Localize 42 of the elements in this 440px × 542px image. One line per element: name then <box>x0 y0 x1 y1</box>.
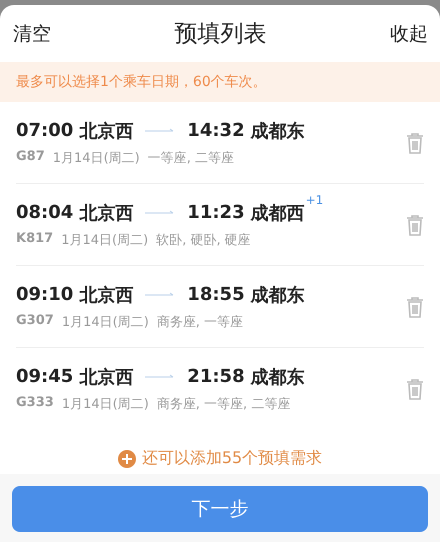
seat-classes: 商务座, 一等座, 二等座 <box>156 396 290 412</box>
arrive-time: 18:55 <box>187 284 245 305</box>
trash-icon[interactable] <box>406 378 424 400</box>
trash-icon[interactable] <box>406 132 424 154</box>
travel-date: 1月14日(周二) <box>52 150 140 166</box>
arrow-icon <box>145 128 176 134</box>
travel-date: 1月14日(周二) <box>61 232 148 248</box>
arrive-time: 21:58 <box>187 366 245 387</box>
arrival-station: 成都东 <box>250 120 305 142</box>
depart-time: 08:04 <box>16 202 74 223</box>
train-number: G87 <box>16 148 45 166</box>
arrow-icon <box>145 210 176 216</box>
seat-classes: 一等座, 二等座 <box>148 150 234 166</box>
sheet-title: 预填列表 <box>174 20 266 49</box>
seat-classes: 商务座, 一等座 <box>156 314 244 330</box>
seat-classes: 软卧, 硬卧, 硬座 <box>156 232 251 248</box>
departure-station: 北京西 <box>79 366 134 388</box>
departure-station: 北京西 <box>79 120 134 142</box>
arrival-station: 成都东 <box>250 284 305 306</box>
travel-date: 1月14日(周二) <box>62 314 149 330</box>
plus-icon <box>118 450 136 468</box>
arrival-station: 成都西 <box>250 202 305 224</box>
departure-station: 北京西 <box>79 202 134 224</box>
depart-time: 07:00 <box>16 120 74 141</box>
notice-banner: 最多可以选择1个乘车日期，60个车次。 <box>0 62 440 102</box>
arrive-time: 11:23 <box>187 202 245 223</box>
arrow-icon <box>145 374 176 380</box>
day-offset: +1 <box>306 192 324 206</box>
departure-station: 北京西 <box>79 284 134 306</box>
depart-time: 09:10 <box>16 284 74 305</box>
depart-time: 09:45 <box>16 366 74 387</box>
arrive-time: 14:32 <box>187 120 245 141</box>
arrival-station: 成都东 <box>250 366 305 388</box>
arrow-icon <box>145 292 176 298</box>
clear-button[interactable]: 清空 <box>13 20 51 46</box>
train-number: G333 <box>16 394 54 412</box>
trash-icon[interactable] <box>406 296 424 318</box>
collapse-button[interactable]: 收起 <box>390 20 428 46</box>
train-number: K817 <box>16 230 54 248</box>
trash-icon[interactable] <box>406 214 424 236</box>
travel-date: 1月14日(周二) <box>62 396 149 412</box>
train-number: G307 <box>16 312 54 330</box>
